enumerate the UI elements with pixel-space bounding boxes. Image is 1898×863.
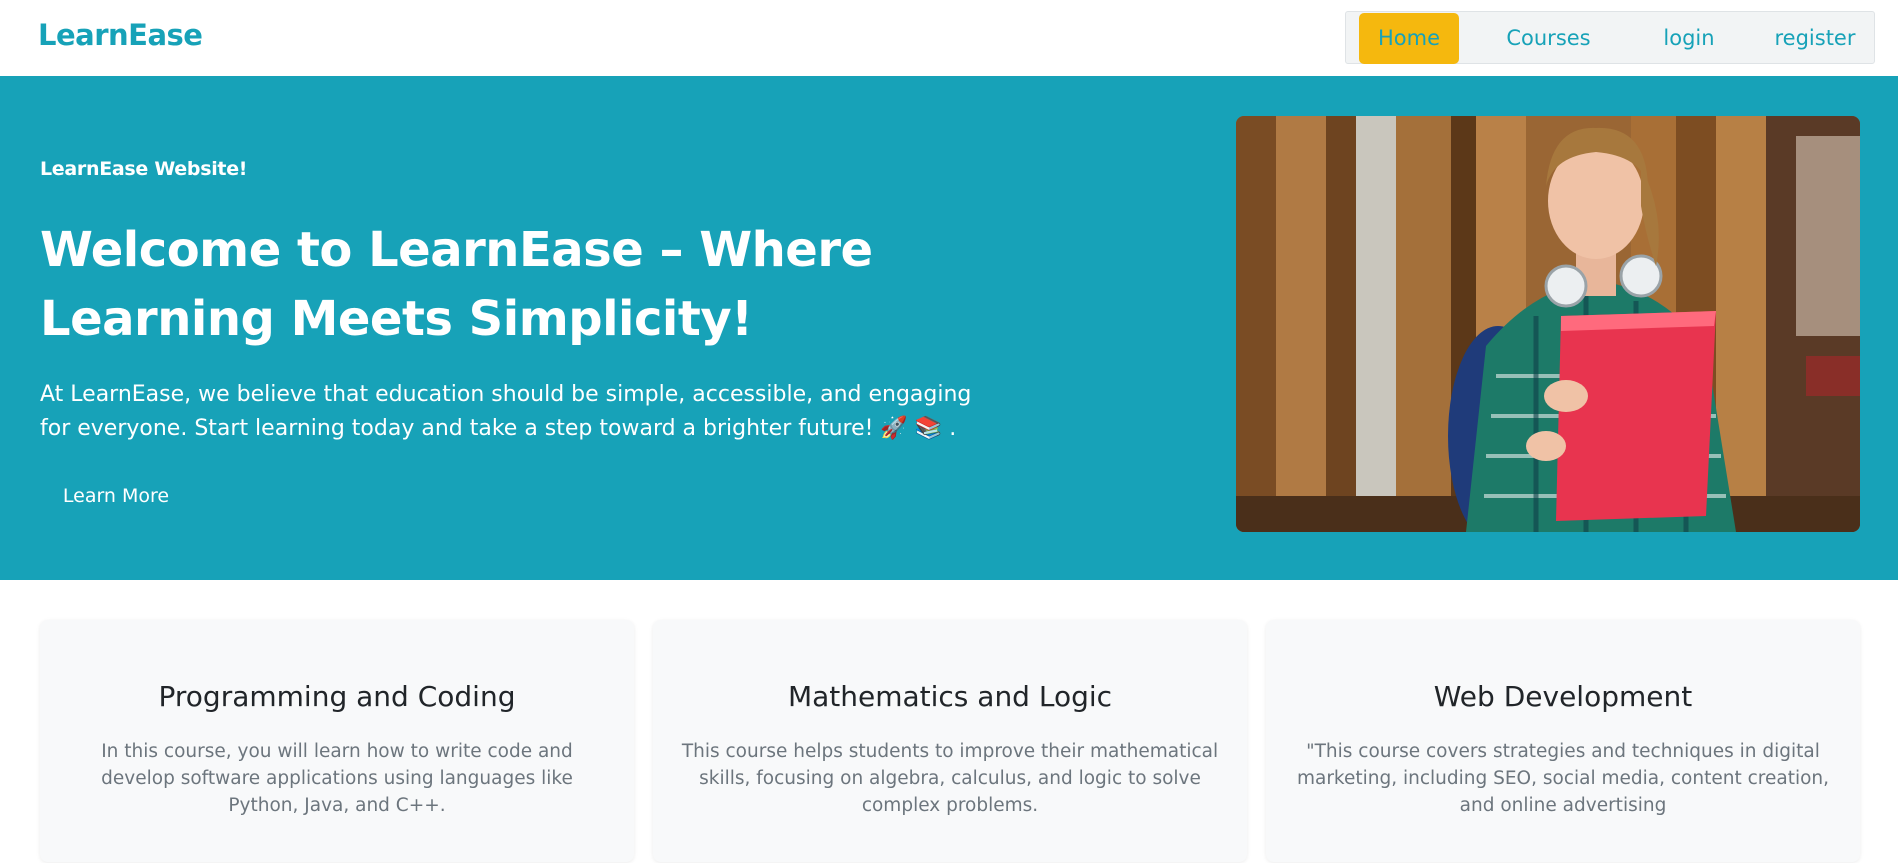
course-card-mathematics: Mathematics and Logic This course helps …	[653, 620, 1247, 862]
hero-section: LearnEase Website! Welcome to LearnEase …	[0, 76, 1898, 580]
nav-login-link[interactable]: login	[1639, 13, 1739, 64]
learn-more-button[interactable]: Learn More	[40, 471, 192, 521]
course-card-web-development: Web Development "This course covers stra…	[1266, 620, 1860, 862]
course-title: Web Development	[1433, 680, 1693, 713]
nav-courses-link[interactable]: Courses	[1481, 13, 1616, 64]
course-description: "This course covers strategies and techn…	[1296, 741, 1830, 816]
hero-description: At LearnEase, we believe that education …	[40, 382, 972, 441]
hero-tagline: LearnEase Website!	[40, 158, 248, 180]
course-title: Programming and Coding	[158, 680, 516, 713]
nav-register-link[interactable]: register	[1760, 13, 1870, 64]
hero-title: Welcome to LearnEase – Where Learning Me…	[40, 222, 873, 347]
brand-logo[interactable]: LearnEase	[38, 18, 203, 52]
course-card-programming: Programming and Coding In this course, y…	[40, 620, 634, 862]
course-description: In this course, you will learn how to wr…	[101, 741, 573, 816]
navbar: LearnEase Home Courses login register	[0, 0, 1898, 76]
nav-home-link[interactable]: Home	[1359, 13, 1459, 64]
student-photo	[1236, 116, 1860, 532]
hero-image	[1236, 116, 1860, 532]
course-description: This course helps students to improve th…	[681, 741, 1219, 816]
course-title: Mathematics and Logic	[787, 680, 1113, 713]
main-nav: Home Courses login register	[1345, 11, 1875, 64]
